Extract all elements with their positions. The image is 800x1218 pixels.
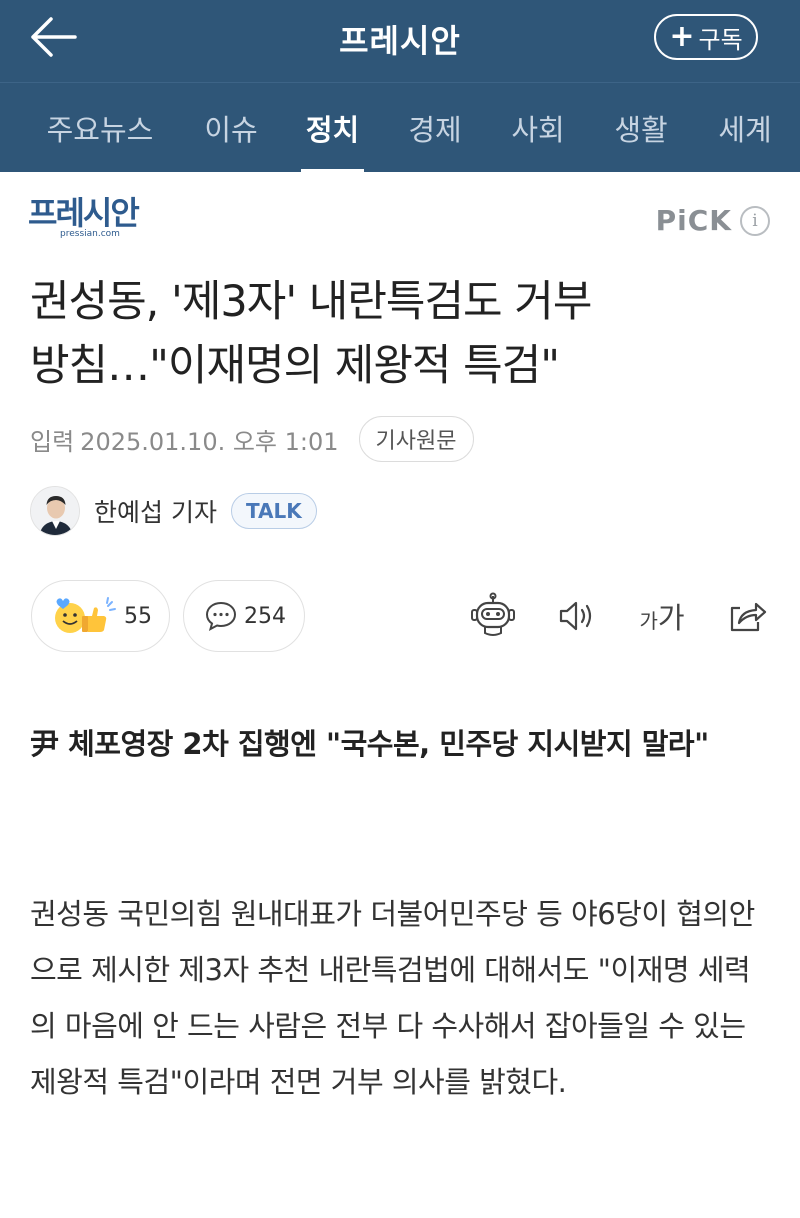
speaker-icon xyxy=(559,601,592,631)
talk-button[interactable]: TALK xyxy=(230,493,317,529)
comment-bubble-icon xyxy=(205,601,237,631)
top-app-bar: 프레시안 + 구독 xyxy=(0,0,800,82)
read-aloud-button[interactable] xyxy=(551,590,603,642)
reaction-count: 55 xyxy=(124,603,152,629)
avatar[interactable] xyxy=(30,486,80,536)
tab-politics[interactable]: 정치 xyxy=(301,83,364,173)
plus-icon: + xyxy=(669,19,695,54)
press-logo-text: 프레시안 xyxy=(28,194,140,232)
tab-world[interactable]: 세계 xyxy=(713,83,777,173)
info-icon: i xyxy=(740,205,770,236)
publish-date: 2025.01.10. 오후 1:01 xyxy=(80,427,339,456)
article-paragraph: 권성동 국민의힘 원내대표가 더불어민주당 등 야6당이 협의안으로 제시한 제… xyxy=(30,897,755,1099)
font-size-icon: 가가 xyxy=(639,601,685,635)
tab-economy[interactable]: 경제 xyxy=(404,83,466,173)
reporter-name[interactable]: 한예섭 기자 xyxy=(94,493,217,529)
subscribe-button[interactable]: + 구독 xyxy=(654,14,758,60)
article-meta: 입력 2025.01.10. 오후 1:01 기사원문 xyxy=(30,416,474,462)
reaction-button[interactable]: 55 xyxy=(31,580,170,652)
original-article-button[interactable]: 기사원문 xyxy=(358,416,474,462)
pick-badge[interactable]: PiCK i xyxy=(656,204,770,237)
pick-label: PiCK xyxy=(655,204,732,237)
date-label: 입력 xyxy=(30,427,75,456)
subscribe-label: 구독 xyxy=(698,25,743,54)
article-headline: 권성동, '제3자' 내란특검도 거부 방침…"이재명의 제왕적 특검" xyxy=(30,270,770,398)
headline-line-2: 방침…"이재명의 제왕적 특검" xyxy=(30,341,560,391)
share-icon xyxy=(730,602,767,632)
tab-issue[interactable]: 이슈 xyxy=(192,83,270,173)
category-tabs: 주요뉴스 이슈 정치 경제 사회 생활 세계 xyxy=(0,82,800,173)
reaction-emoji-icon xyxy=(55,597,116,633)
summary-bot-button[interactable] xyxy=(467,590,519,642)
press-logo-domain: pressian.com xyxy=(60,229,120,239)
share-button[interactable] xyxy=(720,590,772,642)
article-subtitle: 尹 체포영장 2차 집행엔 "국수본, 민주당 지시받지 말라" xyxy=(30,727,709,761)
comment-count: 254 xyxy=(244,603,286,629)
reporter-row: 한예섭 기자 TALK xyxy=(30,486,317,536)
tab-main-news[interactable]: 주요뉴스 xyxy=(38,83,162,173)
tab-society[interactable]: 사회 xyxy=(507,83,569,173)
font-size-button[interactable]: 가가 xyxy=(634,590,690,642)
robot-summary-icon xyxy=(471,592,515,636)
press-logo[interactable]: 프레시안 pressian.com xyxy=(28,196,152,242)
tab-life[interactable]: 생활 xyxy=(610,83,672,173)
headline-line-1: 권성동, '제3자' 내란특검도 거부 xyxy=(30,277,592,327)
comment-button[interactable]: 254 xyxy=(183,580,305,652)
